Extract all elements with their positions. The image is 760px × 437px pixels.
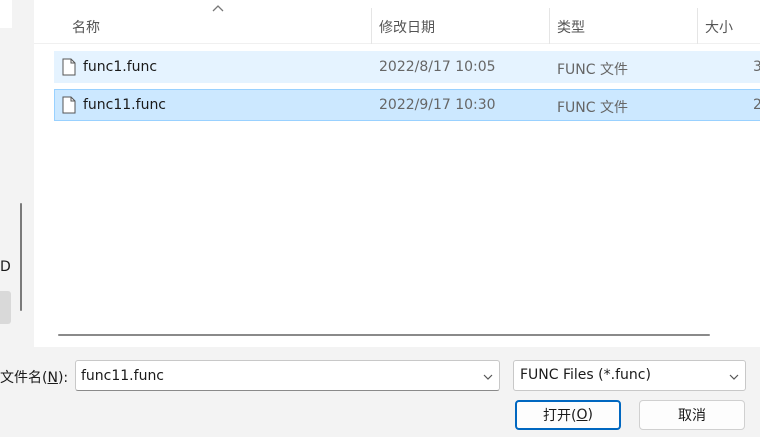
cancel-button[interactable]: 取消 — [639, 400, 745, 430]
nav-pane-top — [0, 0, 12, 28]
file-size: 2 — [753, 97, 760, 113]
document-icon — [62, 58, 76, 76]
open-button[interactable]: 打开(O) — [515, 400, 621, 430]
open-button-label: 打开( — [543, 408, 577, 424]
column-header-type[interactable]: 类型 — [557, 17, 585, 37]
column-header-name[interactable]: 名称 — [72, 17, 100, 37]
file-date: 2022/8/17 10:05 — [379, 59, 496, 75]
filename-label-suffix: ): — [57, 370, 69, 386]
filename-label-mnemonic: N — [47, 370, 58, 386]
document-icon — [62, 96, 76, 114]
nav-item-selected[interactable] — [0, 291, 11, 324]
cancel-button-label: 取消 — [678, 408, 706, 424]
file-size: 3 — [753, 59, 760, 75]
filename-input[interactable]: func11.func — [81, 368, 164, 384]
horizontal-scrollbar[interactable] — [58, 334, 710, 336]
file-name: func1.func — [83, 59, 158, 75]
file-date: 2022/9/17 10:30 — [379, 97, 496, 113]
file-name: func11.func — [83, 97, 167, 113]
filename-label: 文件名(N): — [0, 367, 68, 387]
column-header-size[interactable]: 大小 — [705, 17, 733, 37]
navigation-pane[interactable]: D — [0, 0, 28, 347]
nav-vertical-scrollbar[interactable] — [20, 203, 22, 311]
column-divider[interactable] — [697, 8, 698, 44]
column-divider[interactable] — [549, 8, 550, 44]
filename-combobox[interactable]: func11.func — [75, 360, 500, 391]
column-header-date[interactable]: 修改日期 — [379, 17, 435, 37]
sort-ascending-icon — [212, 5, 224, 12]
open-button-suffix: ) — [587, 407, 593, 423]
file-type: FUNC 文件 — [557, 62, 628, 78]
chevron-down-icon[interactable] — [729, 374, 739, 380]
column-divider[interactable] — [371, 8, 372, 44]
chevron-down-icon[interactable] — [483, 374, 493, 380]
column-header-row: 名称 修改日期 类型 大小 — [34, 0, 760, 44]
filetype-select[interactable]: FUNC Files (*.func) — [513, 360, 746, 391]
nav-item-label[interactable]: D — [0, 259, 11, 275]
filename-label-prefix: 文件名( — [0, 370, 48, 386]
filetype-selected[interactable]: FUNC Files (*.func) — [520, 367, 651, 383]
file-row[interactable]: func11.func 2022/9/17 10:30 FUNC 文件 2 — [54, 89, 760, 121]
file-type: FUNC 文件 — [557, 100, 628, 116]
file-row[interactable]: func1.func 2022/8/17 10:05 FUNC 文件 3 — [54, 51, 760, 83]
file-list[interactable]: 名称 修改日期 类型 大小 func1.func 2022/8/17 10:05… — [34, 0, 760, 347]
open-button-mnemonic: O — [576, 407, 588, 423]
